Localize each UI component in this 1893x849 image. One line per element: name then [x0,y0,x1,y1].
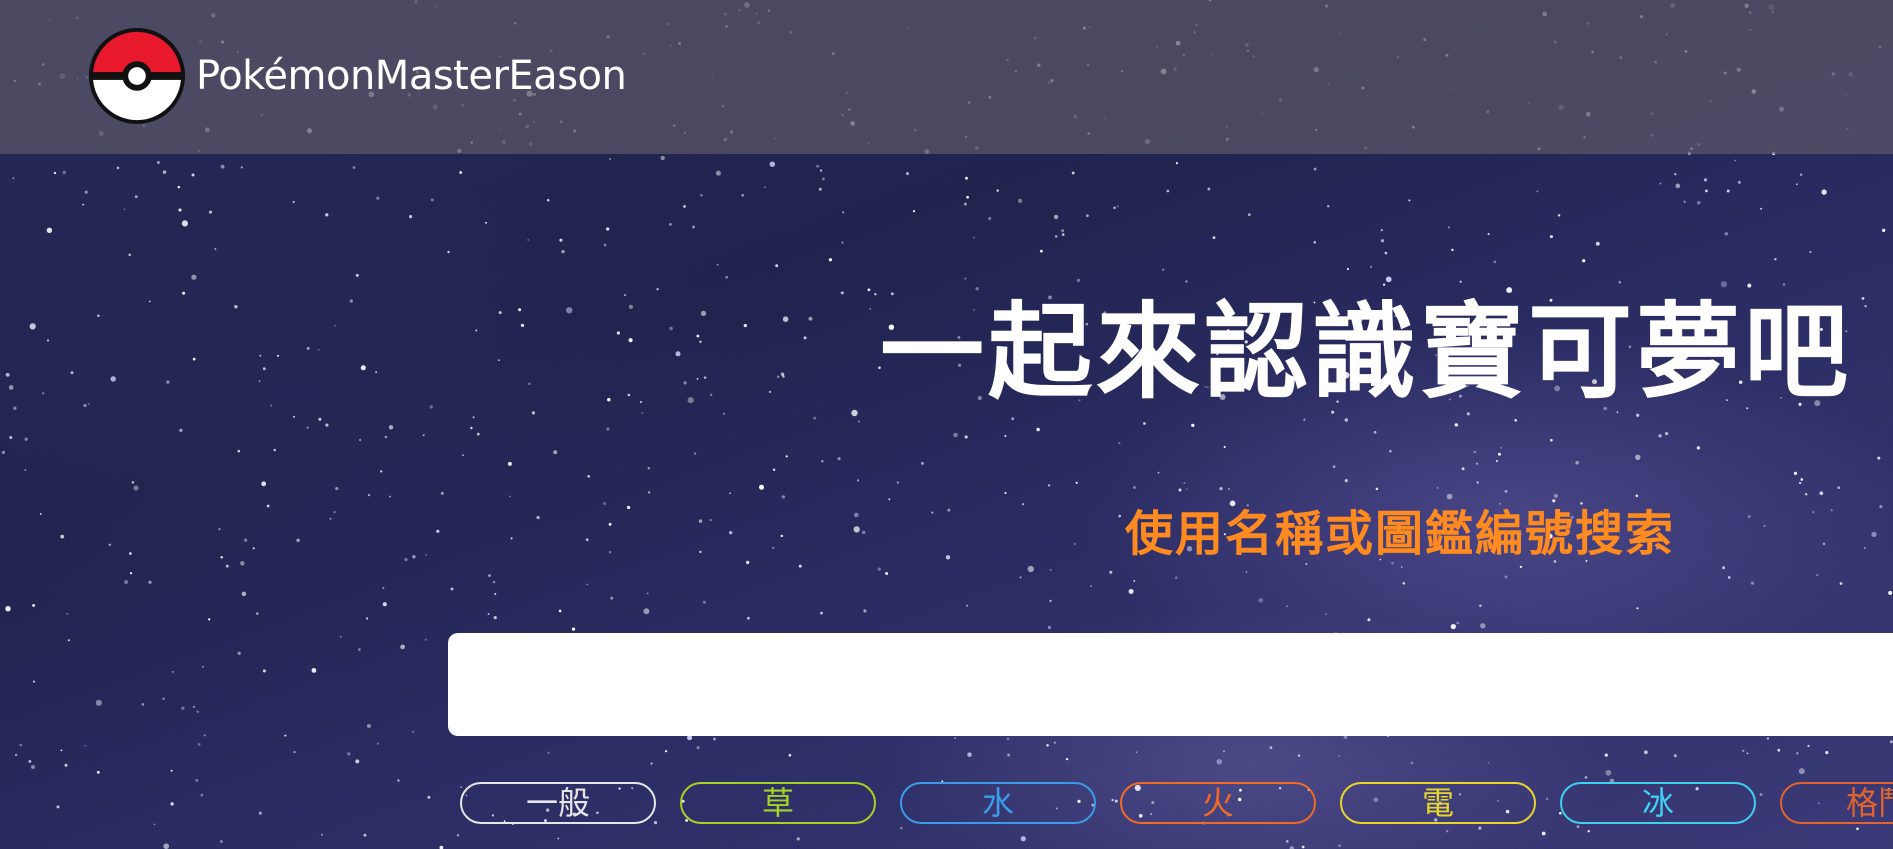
type-filter-row: 一般草水火電冰格鬥 [0,782,1893,830]
type-filter-chip[interactable]: 冰 [1560,782,1756,824]
type-filter-chip[interactable]: 火 [1120,782,1316,824]
top-navbar: PokémonMasterEason [0,0,1893,154]
type-filter-chip[interactable]: 電 [1340,782,1536,824]
type-filter-chip[interactable]: 草 [680,782,876,824]
hero-title: 一起來認識寶可夢吧 [880,291,1853,413]
type-filter-chip[interactable]: 一般 [460,782,656,824]
brand-name: PokémonMasterEason [196,53,627,99]
type-filter-chip[interactable]: 格鬥 [1780,782,1893,824]
type-filter-chip[interactable]: 水 [900,782,1096,824]
hero-subtitle: 使用名稱或圖鑑編號搜索 [1125,506,1676,562]
brand-link[interactable]: PokémonMasterEason [88,26,627,126]
search-input[interactable] [448,633,1893,736]
pokeball-icon [88,27,186,125]
